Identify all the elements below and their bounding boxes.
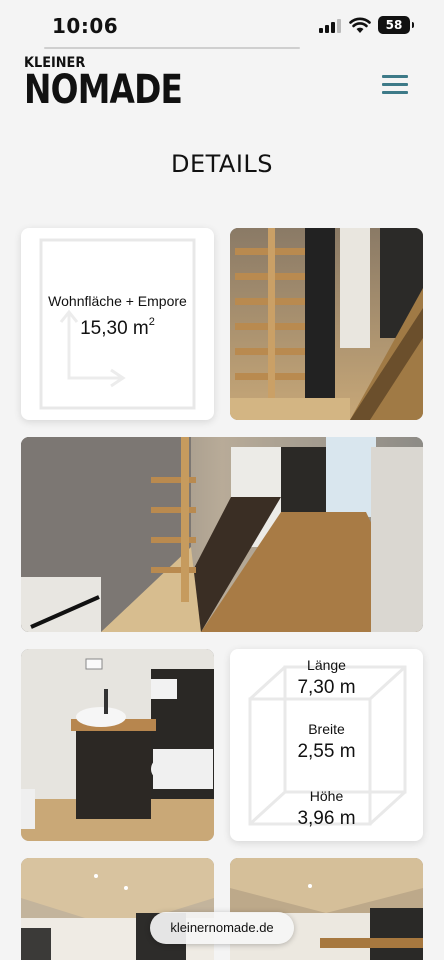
photo-kitchen[interactable] [21,437,423,632]
browser-url-bar[interactable]: kleinernomade.de [150,912,294,944]
photo-bathroom[interactable] [21,649,214,841]
area-value: 15,30 m2 [80,316,155,339]
signal-icon [319,19,343,33]
battery-icon: 58 [378,16,414,34]
photo-stairs[interactable] [230,228,423,420]
dimension-width-label: Breite [308,721,345,737]
logo[interactable]: KLEINER NOMADE [24,56,217,110]
status-time: 10:06 [52,14,119,38]
dimension-height-label: Höhe [309,788,344,804]
menu-icon[interactable] [380,72,410,96]
dimensions-card: Länge 7,30 m Breite 2,55 m Höhe 3,96 m [230,649,423,841]
area-card: Wohnfläche + Empore 15,30 m2 [21,228,214,420]
dimension-width-value: 2,55 m [297,741,356,762]
wifi-icon [349,17,371,33]
status-bar: 10:06 58 [0,0,444,50]
divider [44,47,300,49]
page-title: DETAILS [170,150,274,178]
dimension-length-label: Länge [307,657,346,673]
photo-ceiling-left[interactable] [21,858,214,960]
dimension-length-value: 7,30 m [297,677,356,698]
dimension-height-value: 3,96 m [297,808,356,829]
area-label: Wohnfläche + Empore [48,293,187,309]
photo-ceiling-right[interactable] [230,858,423,960]
logo-main-text: NOMADE [24,67,183,113]
